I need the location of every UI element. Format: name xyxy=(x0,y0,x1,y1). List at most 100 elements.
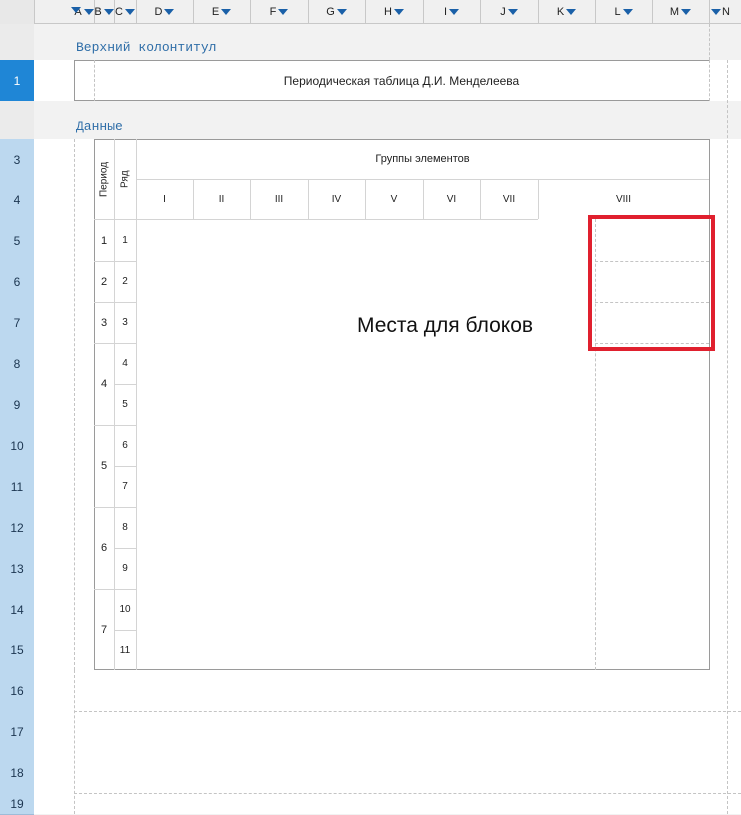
row-number-header: Ряд xyxy=(119,170,131,188)
row-header-16[interactable]: 16 xyxy=(0,670,34,712)
row-header-19[interactable]: 19 xyxy=(0,793,34,815)
row-header-band xyxy=(0,24,34,60)
column-label: I xyxy=(443,6,448,18)
grid-line xyxy=(74,711,741,712)
column-header-k[interactable]: K xyxy=(538,0,596,24)
group-label: VIII xyxy=(615,193,631,205)
column-filter-icon[interactable] xyxy=(711,9,721,15)
column-filter-icon[interactable] xyxy=(221,9,232,15)
series-number: 10 xyxy=(119,604,131,615)
blocks-placeholder-text[interactable]: Места для блоков xyxy=(357,314,533,338)
column-label: E xyxy=(211,6,220,18)
series-number: 3 xyxy=(122,317,128,328)
column-filter-icon[interactable] xyxy=(71,7,81,13)
grid-line xyxy=(709,24,710,60)
group-label: IV xyxy=(331,193,342,205)
row-header-3[interactable]: 3 xyxy=(0,139,34,181)
data-band-label: Данные xyxy=(76,119,123,134)
column-label: D xyxy=(154,6,163,18)
column-header-f[interactable]: F xyxy=(250,0,309,24)
column-label: K xyxy=(556,6,565,18)
row-header-6[interactable]: 6 xyxy=(0,261,34,303)
selection-highlight[interactable] xyxy=(588,215,715,351)
row-header-13[interactable]: 13 xyxy=(0,548,34,590)
grid-line xyxy=(74,139,75,670)
data-band: Данные xyxy=(34,101,741,139)
column-label: J xyxy=(500,6,506,18)
row-header-9[interactable]: 9 xyxy=(0,384,34,426)
column-header-h[interactable]: H xyxy=(365,0,424,24)
column-header-l[interactable]: L xyxy=(595,0,653,24)
column-filter-icon[interactable] xyxy=(449,9,460,15)
column-filter-icon[interactable] xyxy=(681,9,692,15)
column-header-i[interactable]: I xyxy=(423,0,481,24)
row-header-10[interactable]: 10 xyxy=(0,425,34,467)
grid-line xyxy=(727,60,728,814)
series-number: 4 xyxy=(122,358,128,369)
column-filter-icon[interactable] xyxy=(507,9,518,15)
period-number: 2 xyxy=(100,275,108,288)
row-header-18[interactable]: 18 xyxy=(0,752,34,794)
row-header-12[interactable]: 12 xyxy=(0,507,34,549)
group-label: I xyxy=(163,193,166,205)
row-header-15[interactable]: 15 xyxy=(0,630,34,671)
period-number: 7 xyxy=(100,623,108,636)
header-band: Верхний колонтитул xyxy=(34,24,741,60)
select-all-corner[interactable] xyxy=(0,0,35,24)
row-header-1[interactable]: 1 xyxy=(0,60,34,102)
grid-line xyxy=(74,670,75,814)
column-filter-icon[interactable] xyxy=(393,9,404,15)
row-header-5[interactable]: 5 xyxy=(0,220,34,262)
column-filter-icon[interactable] xyxy=(622,9,633,15)
column-filter-icon[interactable] xyxy=(103,9,114,15)
column-header-d[interactable]: D xyxy=(136,0,194,24)
column-filter-icon[interactable] xyxy=(83,9,94,15)
period-number: 6 xyxy=(100,542,108,554)
row-header-8[interactable]: 8 xyxy=(0,343,34,385)
row-header-4[interactable]: 4 xyxy=(0,180,34,221)
group-label: II xyxy=(218,193,225,205)
column-header-g[interactable]: G xyxy=(308,0,366,24)
column-label: F xyxy=(269,6,277,18)
column-header-b[interactable]: B xyxy=(94,0,115,24)
column-label: G xyxy=(326,6,335,18)
group-label: V xyxy=(390,193,398,205)
border-line xyxy=(94,669,710,670)
column-filter-icon[interactable] xyxy=(164,9,175,15)
column-filter-icon[interactable] xyxy=(124,9,135,15)
group-label: VII xyxy=(502,193,516,205)
column-header-n[interactable]: N xyxy=(709,0,741,24)
column-filter-icon[interactable] xyxy=(278,9,289,15)
row-header-17[interactable]: 17 xyxy=(0,711,34,753)
column-filter-icon[interactable] xyxy=(566,9,577,15)
row-header-7[interactable]: 7 xyxy=(0,302,34,344)
column-label: N xyxy=(722,6,730,18)
series-number: 9 xyxy=(122,563,128,574)
column-label: L xyxy=(614,6,621,18)
column-filter-icon[interactable] xyxy=(336,9,347,15)
grid-line xyxy=(74,793,741,794)
series-number: 1 xyxy=(122,235,128,246)
grid-line xyxy=(709,60,710,101)
column-header-c[interactable]: C xyxy=(114,0,137,24)
column-label: B xyxy=(94,6,102,18)
series-number: 8 xyxy=(122,522,128,533)
column-label: C xyxy=(115,6,123,18)
report-title[interactable]: Периодическая таблица Д.И. Менделеева xyxy=(94,60,709,101)
series-number: 7 xyxy=(122,481,128,492)
column-header-m[interactable]: M xyxy=(652,0,710,24)
row-header-11[interactable]: 11 xyxy=(0,466,34,508)
group-label: III xyxy=(274,193,284,205)
period-number: 1 xyxy=(100,234,108,247)
series-number: 6 xyxy=(122,440,128,451)
border-line xyxy=(74,60,75,101)
column-header-e[interactable]: E xyxy=(193,0,251,24)
column-header-j[interactable]: J xyxy=(480,0,539,24)
series-number: 11 xyxy=(119,644,131,656)
series-number: 2 xyxy=(122,276,128,287)
row-header-14[interactable]: 14 xyxy=(0,589,34,631)
period-number: 3 xyxy=(100,316,108,329)
column-label: M xyxy=(669,6,680,18)
column-label: H xyxy=(384,6,392,18)
period-header: Период xyxy=(98,161,110,197)
